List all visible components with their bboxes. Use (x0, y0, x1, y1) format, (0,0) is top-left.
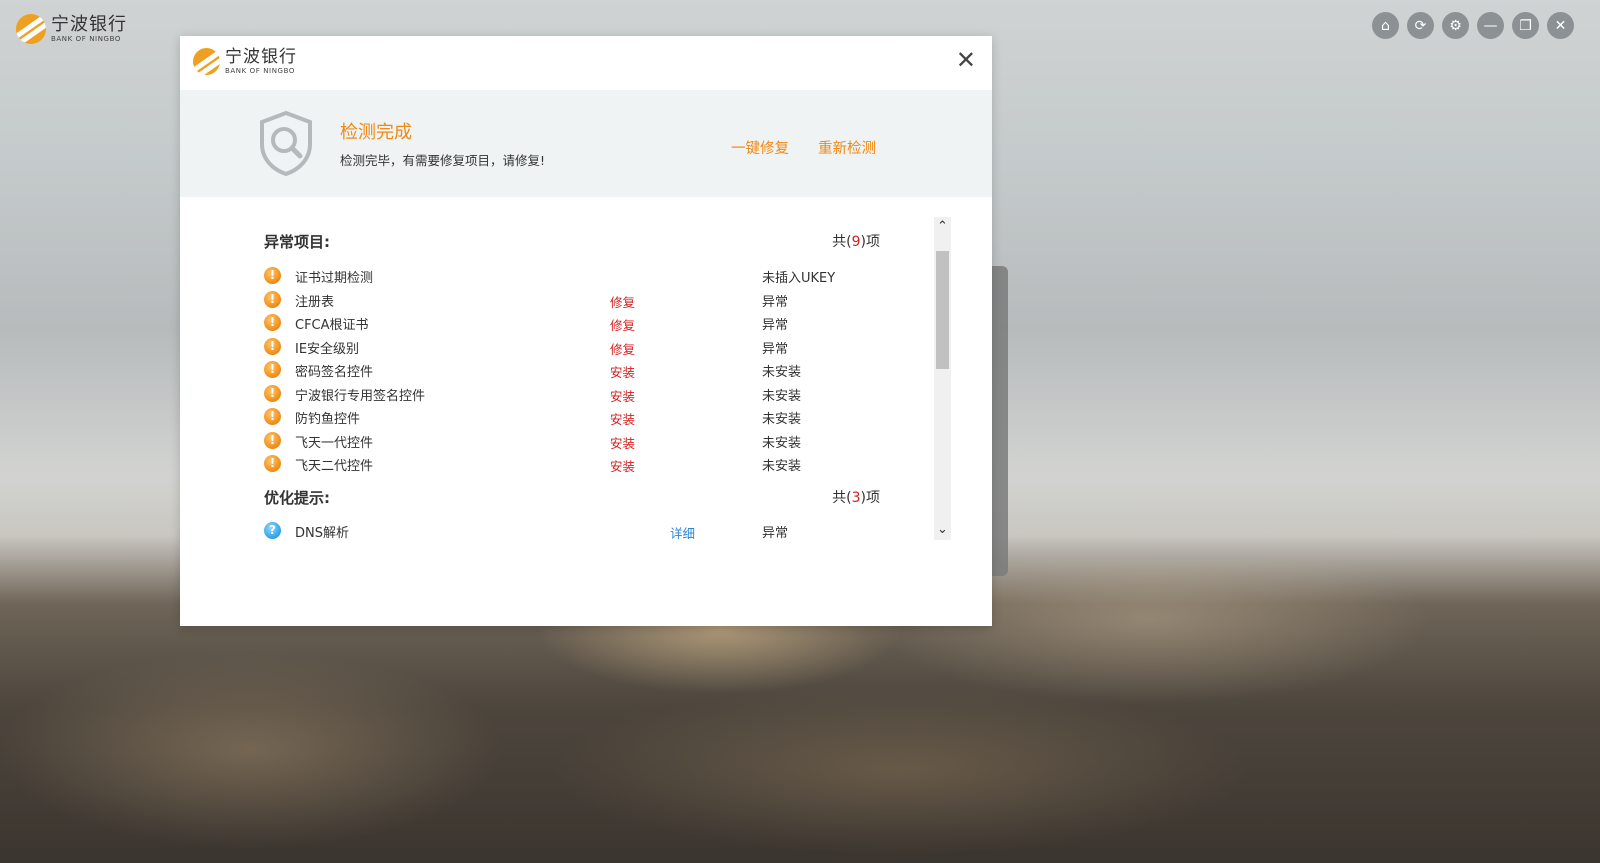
optimize-count: 共(3)项 (832, 490, 880, 506)
one-click-fix-link[interactable]: 一键修复 (731, 137, 789, 158)
item-name: IE安全级别 (295, 341, 360, 357)
item-name: CFCA根证书 (295, 318, 369, 333)
warning-icon: ! (264, 267, 281, 284)
bank-logo-icon (193, 48, 220, 75)
optimize-section-header: 优化提示: 共(3)项 (264, 487, 880, 509)
status-subtitle: 检测完毕，有需要修复项目，请修复! (340, 153, 546, 168)
app-logo-cn: 宁波银行 (51, 13, 127, 35)
list-item: ! 注册表 修复 异常 (264, 289, 880, 312)
warning-icon: ! (264, 408, 281, 425)
recheck-link[interactable]: 重新检测 (818, 137, 876, 158)
warning-icon: ! (264, 384, 281, 402)
dialog-logo: 宁波银行 BANK OF NINGBO (193, 48, 297, 75)
dialog-close-button[interactable]: ✕ (956, 48, 976, 72)
item-name: DNS解析 (295, 526, 349, 541)
window-controls: ⌂ ⟳ ⚙ — ❐ ✕ (1372, 12, 1574, 39)
warning-icon: ! (264, 361, 281, 378)
dialog-header: 宁波银行 BANK OF NINGBO ✕ (180, 36, 992, 90)
list-item: ! 证书过期检测 未插入UKEY (264, 265, 880, 288)
home-icon[interactable]: ⌂ (1372, 12, 1399, 39)
refresh-icon[interactable]: ⟳ (1407, 12, 1434, 39)
warning-icon: ! (264, 455, 281, 472)
close-icon[interactable]: ✕ (1547, 12, 1574, 39)
scroll-thumb[interactable] (936, 251, 949, 369)
item-status: 未安装 (762, 459, 802, 474)
minimize-icon[interactable]: — (1477, 12, 1504, 39)
question-icon: ? (264, 522, 281, 539)
warning-icon: ! (264, 337, 281, 355)
warning-icon: ! (264, 431, 281, 449)
dialog-logo-cn: 宁波银行 (225, 46, 297, 67)
list-item: ! CFCA根证书 修复 异常 (264, 312, 880, 335)
scroll-down-icon[interactable]: ⌄ (934, 520, 951, 540)
list-item: ? DNS解析 详细 异常 (264, 520, 880, 543)
item-name: 防钓鱼控件 (295, 412, 361, 427)
item-status: 未安装 (762, 435, 802, 451)
repair-link[interactable]: 修复 (610, 315, 635, 334)
background-panel-edge (990, 266, 1008, 576)
optimize-section-title: 优化提示: (264, 489, 330, 507)
item-status: 异常 (762, 294, 789, 310)
list-scrollbar[interactable]: ⌃ ⌄ (934, 217, 951, 540)
warning-icon: ! (264, 290, 281, 308)
abnormal-count: 共(9)项 (832, 234, 880, 250)
status-panel: 检测完成 检测完毕，有需要修复项目，请修复! 一键修复 重新检测 (180, 90, 992, 197)
item-name: 飞天一代控件 (295, 435, 374, 451)
abnormal-section-title: 异常项目: (264, 233, 330, 251)
install-link[interactable]: 安装 (610, 362, 635, 381)
install-link[interactable]: 安装 (610, 433, 635, 452)
item-status: 异常 (762, 341, 789, 357)
scroll-up-icon[interactable]: ⌃ (934, 217, 951, 237)
list-item: ! 飞天二代控件 安装 未安装 (264, 453, 880, 476)
install-link[interactable]: 安装 (610, 409, 635, 428)
dialog-logo-en: BANK OF NINGBO (225, 66, 295, 75)
repair-link[interactable]: 修复 (610, 339, 635, 358)
item-status: 未安装 (762, 388, 802, 404)
item-status: 未插入UKEY (762, 271, 836, 286)
repair-link[interactable]: 修复 (610, 292, 635, 311)
app-logo-en: BANK OF NINGBO (51, 34, 121, 43)
install-link[interactable]: 安装 (610, 456, 635, 475)
list-item: ! 密码签名控件 安装 未安装 (264, 359, 880, 382)
detection-dialog: 宁波银行 BANK OF NINGBO ✕ 检测完成 检测完毕，有需要修复项目，… (180, 36, 992, 626)
status-title: 检测完成 (340, 122, 412, 143)
shield-search-icon (260, 110, 312, 176)
item-name: 密码签名控件 (295, 365, 374, 380)
list-item: ! 防钓鱼控件 安装 未安装 (264, 406, 880, 429)
item-name: 宁波银行专用签名控件 (295, 388, 426, 404)
install-link[interactable]: 安装 (610, 386, 635, 405)
item-status: 未安装 (762, 365, 802, 380)
abnormal-section-header: 异常项目: 共(9)项 (264, 231, 880, 253)
restore-icon[interactable]: ❐ (1512, 12, 1539, 39)
gear-icon[interactable]: ⚙ (1442, 12, 1469, 39)
result-list: 异常项目: 共(9)项 ! 证书过期检测 未插入UKEY ! 注册表 修复 异常… (180, 197, 992, 626)
list-item: ! 飞天一代控件 安装 未安装 (264, 430, 880, 453)
warning-icon: ! (264, 314, 281, 331)
item-status: 异常 (762, 526, 789, 541)
app-logo: 宁波银行 BANK OF NINGBO (16, 14, 127, 44)
item-status: 异常 (762, 318, 789, 333)
item-name: 飞天二代控件 (295, 459, 374, 474)
item-status: 未安装 (762, 412, 802, 427)
list-item: ! 宁波银行专用签名控件 安装 未安装 (264, 383, 880, 406)
item-name: 注册表 (295, 294, 335, 310)
detail-link[interactable]: 详细 (670, 523, 695, 542)
bank-logo-icon (16, 14, 46, 44)
item-name: 证书过期检测 (295, 271, 374, 286)
list-item: ! IE安全级别 修复 异常 (264, 336, 880, 359)
